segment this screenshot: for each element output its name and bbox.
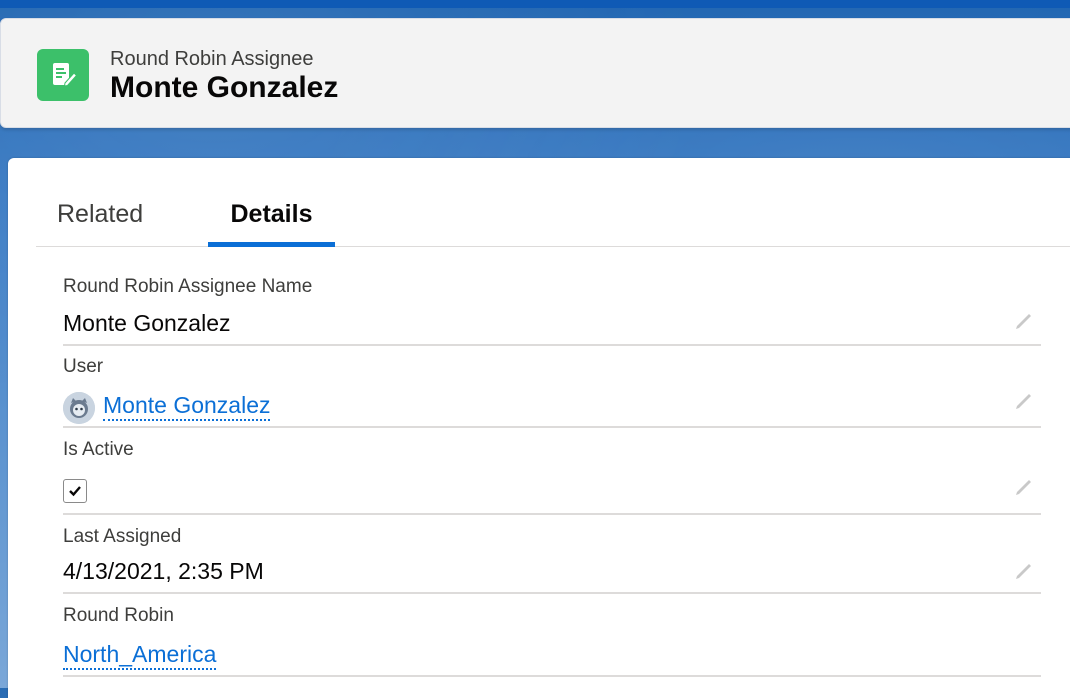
record-tabs: Related Details — [36, 198, 1070, 247]
field-round-robin: Round Robin North_America — [63, 605, 1041, 677]
record-edit-icon — [37, 49, 89, 101]
field-label: Is Active — [63, 439, 134, 460]
avatar-icon — [63, 392, 95, 424]
field-assignee-name: Round Robin Assignee Name Monte Gonzalez — [63, 276, 1041, 346]
tab-related[interactable]: Related — [57, 198, 143, 246]
is-active-checkbox[interactable] — [63, 479, 87, 503]
field-value: 4/13/2021, 2:35 PM — [63, 558, 264, 584]
user-link[interactable]: Monte Gonzalez — [103, 392, 271, 421]
round-robin-link[interactable]: North_America — [63, 641, 217, 670]
tab-details[interactable]: Details — [208, 198, 335, 247]
field-is-active: Is Active — [63, 439, 1041, 515]
field-label: Last Assigned — [63, 526, 182, 547]
pencil-icon[interactable] — [1013, 308, 1035, 330]
field-user: User Monte Gonzalez — [63, 356, 1041, 428]
pencil-icon[interactable] — [1013, 558, 1035, 580]
record-header: Round Robin Assignee Monte Gonzalez — [0, 18, 1070, 128]
record-title: Monte Gonzalez — [110, 71, 339, 104]
field-label: Round Robin — [63, 605, 174, 626]
field-label: Round Robin Assignee Name — [63, 276, 313, 297]
brand-top-bar — [0, 0, 1070, 8]
field-last-assigned: Last Assigned 4/13/2021, 2:35 PM — [63, 526, 1041, 594]
pencil-icon[interactable] — [1013, 474, 1035, 496]
record-type-label: Round Robin Assignee — [110, 48, 314, 70]
details-card: Related Details Round Robin Assignee Nam… — [8, 158, 1070, 698]
field-label: User — [63, 356, 104, 377]
field-value: Monte Gonzalez — [63, 310, 231, 336]
checkmark-icon — [69, 486, 81, 497]
pencil-icon[interactable] — [1013, 388, 1035, 410]
